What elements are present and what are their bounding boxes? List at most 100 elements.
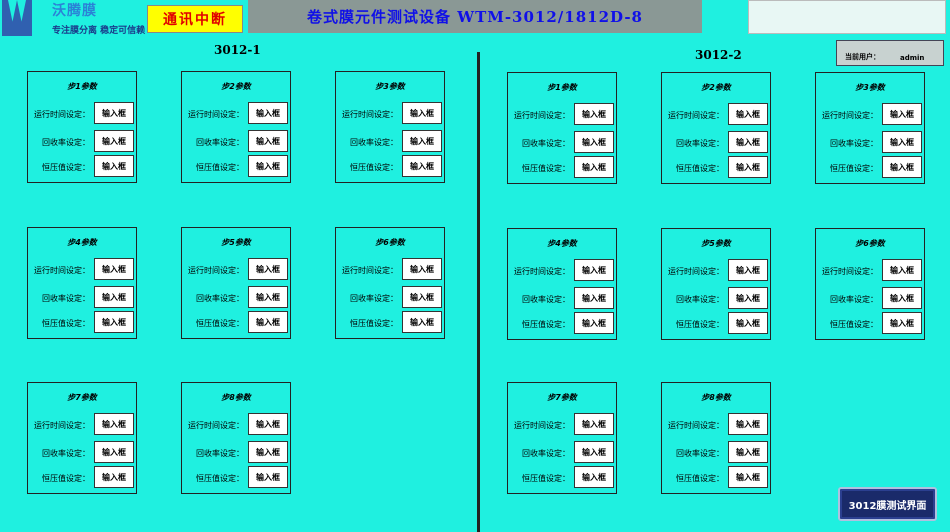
current-user-box: 当前用户： admin — [836, 40, 944, 66]
run-time-input[interactable]: 输入框 — [248, 258, 288, 280]
step-panel: 步1参数 运行时间设定： 输入框 回收率设定： 输入框 恒压值设定： 输入框 — [27, 71, 137, 183]
recovery-rate-input[interactable]: 输入框 — [574, 441, 614, 463]
constant-pressure-label: 恒压值设定： — [42, 163, 90, 172]
run-time-label: 运行时间设定： — [34, 110, 90, 119]
top-right-panel — [748, 0, 946, 34]
step-panel-title: 步6参数 — [375, 238, 405, 247]
comm-status-indicator: 通讯中断 — [147, 5, 243, 33]
recovery-rate-input[interactable]: 输入框 — [248, 130, 288, 152]
logo-slogan: 专注膜分离 稳定可信赖 — [52, 26, 146, 36]
step-panel-title: 步3参数 — [375, 82, 405, 91]
constant-pressure-input[interactable]: 输入框 — [728, 156, 768, 178]
recovery-rate-input[interactable]: 输入框 — [402, 130, 442, 152]
nav-3012-test-button[interactable]: 3012膜测试界面 — [838, 487, 937, 521]
recovery-rate-input[interactable]: 输入框 — [248, 286, 288, 308]
run-time-input[interactable]: 输入框 — [574, 103, 614, 125]
recovery-rate-label: 回收率设定： — [830, 139, 878, 148]
step-panel-title: 步5参数 — [221, 238, 251, 247]
step-panel-title: 步8参数 — [701, 393, 731, 402]
section-divider — [477, 52, 480, 532]
step-panel-title: 步2参数 — [221, 82, 251, 91]
step-panel: 步3参数 运行时间设定： 输入框 回收率设定： 输入框 恒压值设定： 输入框 — [335, 71, 445, 183]
constant-pressure-input[interactable]: 输入框 — [728, 312, 768, 334]
recovery-rate-input[interactable]: 输入框 — [728, 131, 768, 153]
logo-mark-icon — [2, 0, 32, 36]
run-time-input[interactable]: 输入框 — [882, 103, 922, 125]
recovery-rate-input[interactable]: 输入框 — [882, 131, 922, 153]
recovery-rate-input[interactable]: 输入框 — [882, 287, 922, 309]
constant-pressure-input[interactable]: 输入框 — [94, 311, 134, 333]
recovery-rate-input[interactable]: 输入框 — [728, 441, 768, 463]
constant-pressure-label: 恒压值设定： — [196, 163, 244, 172]
constant-pressure-input[interactable]: 输入框 — [402, 155, 442, 177]
constant-pressure-input[interactable]: 输入框 — [94, 155, 134, 177]
constant-pressure-input[interactable]: 输入框 — [574, 312, 614, 334]
recovery-rate-input[interactable]: 输入框 — [402, 286, 442, 308]
recovery-rate-label: 回收率设定： — [522, 139, 570, 148]
constant-pressure-input[interactable]: 输入框 — [248, 155, 288, 177]
constant-pressure-label: 恒压值设定： — [350, 163, 398, 172]
recovery-rate-input[interactable]: 输入框 — [94, 286, 134, 308]
step-panel-title: 步5参数 — [701, 239, 731, 248]
run-time-label: 运行时间设定： — [342, 110, 398, 119]
step-panel-title: 步4参数 — [547, 239, 577, 248]
run-time-input[interactable]: 输入框 — [728, 259, 768, 281]
constant-pressure-input[interactable]: 输入框 — [402, 311, 442, 333]
run-time-label: 运行时间设定： — [514, 267, 570, 276]
recovery-rate-input[interactable]: 输入框 — [728, 287, 768, 309]
step-panel: 步4参数 运行时间设定： 输入框 回收率设定： 输入框 恒压值设定： 输入框 — [27, 227, 137, 339]
recovery-rate-label: 回收率设定： — [42, 449, 90, 458]
run-time-input[interactable]: 输入框 — [248, 102, 288, 124]
constant-pressure-input[interactable]: 输入框 — [574, 156, 614, 178]
step-panel: 步7参数 运行时间设定： 输入框 回收率设定： 输入框 恒压值设定： 输入框 — [507, 382, 617, 494]
run-time-label: 运行时间设定： — [668, 111, 724, 120]
run-time-input[interactable]: 输入框 — [94, 413, 134, 435]
constant-pressure-label: 恒压值设定： — [522, 474, 570, 483]
constant-pressure-input[interactable]: 输入框 — [248, 466, 288, 488]
constant-pressure-label: 恒压值设定： — [522, 164, 570, 173]
logo: 沃腾膜 专注膜分离 稳定可信赖 — [0, 0, 146, 40]
constant-pressure-input[interactable]: 输入框 — [94, 466, 134, 488]
constant-pressure-label: 恒压值设定： — [676, 320, 724, 329]
constant-pressure-input[interactable]: 输入框 — [728, 466, 768, 488]
run-time-input[interactable]: 输入框 — [574, 413, 614, 435]
step-panel-title: 步7参数 — [67, 393, 97, 402]
step-panel: 步8参数 运行时间设定： 输入框 回收率设定： 输入框 恒压值设定： 输入框 — [661, 382, 771, 494]
run-time-input[interactable]: 输入框 — [402, 258, 442, 280]
constant-pressure-label: 恒压值设定： — [350, 319, 398, 328]
run-time-input[interactable]: 输入框 — [728, 103, 768, 125]
constant-pressure-input[interactable]: 输入框 — [248, 311, 288, 333]
constant-pressure-label: 恒压值设定： — [196, 319, 244, 328]
constant-pressure-label: 恒压值设定： — [676, 474, 724, 483]
step-panel: 步3参数 运行时间设定： 输入框 回收率设定： 输入框 恒压值设定： 输入框 — [815, 72, 925, 184]
recovery-rate-input[interactable]: 输入框 — [574, 287, 614, 309]
run-time-input[interactable]: 输入框 — [882, 259, 922, 281]
constant-pressure-input[interactable]: 输入框 — [574, 466, 614, 488]
recovery-rate-label: 回收率设定： — [830, 295, 878, 304]
run-time-label: 运行时间设定： — [668, 421, 724, 430]
run-time-label: 运行时间设定： — [822, 111, 878, 120]
run-time-label: 运行时间设定： — [514, 421, 570, 430]
recovery-rate-input[interactable]: 输入框 — [574, 131, 614, 153]
run-time-input[interactable]: 输入框 — [728, 413, 768, 435]
run-time-input[interactable]: 输入框 — [402, 102, 442, 124]
recovery-rate-input[interactable]: 输入框 — [94, 130, 134, 152]
constant-pressure-input[interactable]: 输入框 — [882, 156, 922, 178]
step-panel: 步6参数 运行时间设定： 输入框 回收率设定： 输入框 恒压值设定： 输入框 — [815, 228, 925, 340]
run-time-label: 运行时间设定： — [188, 421, 244, 430]
recovery-rate-input[interactable]: 输入框 — [248, 441, 288, 463]
run-time-input[interactable]: 输入框 — [248, 413, 288, 435]
run-time-input[interactable]: 输入框 — [94, 102, 134, 124]
run-time-input[interactable]: 输入框 — [574, 259, 614, 281]
step-panel-title: 步6参数 — [855, 239, 885, 248]
page-title: 卷式膜元件测试设备 WTM-3012/1812D-8 — [248, 0, 702, 33]
recovery-rate-input[interactable]: 输入框 — [94, 441, 134, 463]
step-panel: 步6参数 运行时间设定： 输入框 回收率设定： 输入框 恒压值设定： 输入框 — [335, 227, 445, 339]
constant-pressure-label: 恒压值设定： — [42, 474, 90, 483]
run-time-input[interactable]: 输入框 — [94, 258, 134, 280]
run-time-label: 运行时间设定： — [34, 266, 90, 275]
constant-pressure-input[interactable]: 输入框 — [882, 312, 922, 334]
constant-pressure-label: 恒压值设定： — [42, 319, 90, 328]
section-title-3012-2: 3012-2 — [695, 48, 742, 62]
step-panel-title: 步8参数 — [221, 393, 251, 402]
